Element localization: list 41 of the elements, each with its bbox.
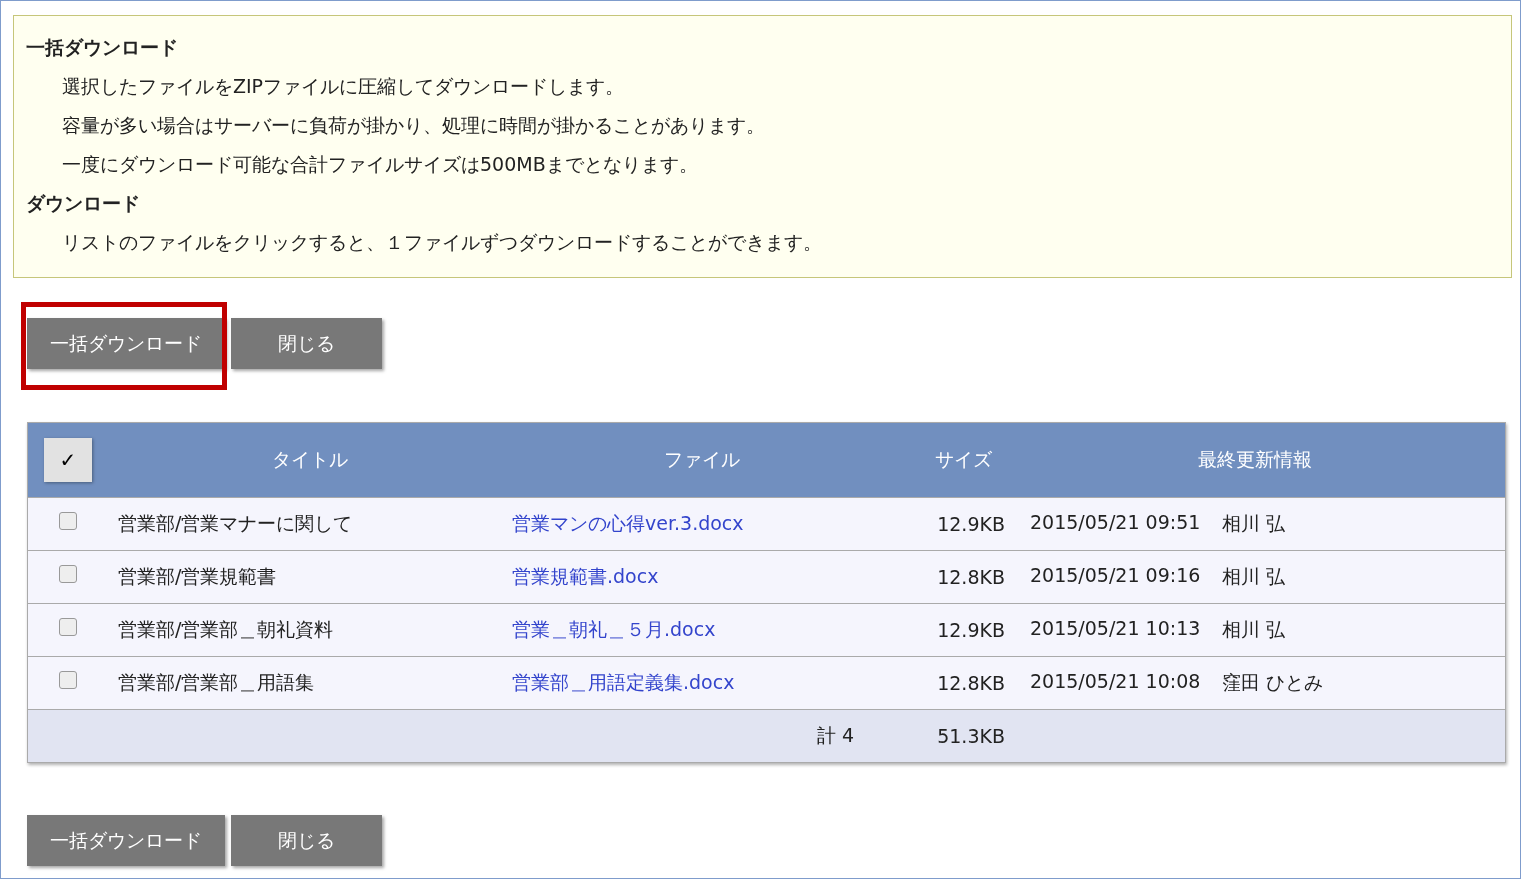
file-link[interactable]: 営業＿朝礼＿５月.docx [512, 618, 716, 640]
column-header: タイトル [272, 448, 348, 470]
file-link[interactable]: 営業規範書.docx [512, 565, 659, 587]
info-text: 一度にダウンロード可能な合計ファイルサイズは500MBまでとなります。 [61, 152, 699, 177]
title-cell: 営業部/営業部＿用語集 [118, 671, 315, 693]
size-cell: 12.9KB [937, 619, 1005, 641]
select-all-button[interactable]: ✓ [44, 438, 92, 482]
row-checkbox[interactable] [59, 512, 77, 530]
file-link[interactable]: 営業マンの心得ver.3.docx [512, 512, 744, 534]
row-checkbox[interactable] [59, 618, 77, 636]
section-heading: 一括ダウンロード [26, 35, 179, 60]
close-button[interactable]: 閉じる [231, 815, 382, 866]
size-cell: 12.8KB [937, 672, 1005, 694]
updated-user: 相川 弘 [1222, 564, 1286, 589]
close-button[interactable]: 閉じる [231, 318, 382, 369]
bulk-download-button[interactable]: 一括ダウンロード [27, 318, 225, 369]
total-size: 51.3KB [937, 725, 1005, 747]
info-text: 選択したファイルをZIPファイルに圧縮してダウンロードします。 [61, 74, 626, 99]
section-heading: ダウンロード [26, 191, 141, 216]
updated-user: 相川 弘 [1222, 511, 1286, 536]
column-header: 最終更新情報 [1198, 447, 1312, 472]
column-header: ファイル [664, 448, 740, 470]
row-checkbox[interactable] [59, 671, 77, 689]
updated-date: 2015/05/21 10:08 [1030, 670, 1201, 694]
bulk-download-button[interactable]: 一括ダウンロード [27, 815, 225, 866]
row-checkbox[interactable] [59, 565, 77, 583]
updated-user: 相川 弘 [1222, 617, 1286, 642]
updated-date: 2015/05/21 09:51 [1030, 511, 1201, 535]
info-text: リストのファイルをクリックすると、１ファイルずつダウンロードすることができます。 [61, 230, 823, 255]
info-text: 容量が多い場合はサーバーに負荷が掛かり、処理に時間が掛かることがあります。 [61, 113, 766, 138]
size-cell: 12.9KB [937, 513, 1005, 535]
updated-date: 2015/05/21 10:13 [1030, 617, 1201, 641]
size-cell: 12.8KB [937, 566, 1005, 588]
updated-date: 2015/05/21 09:16 [1030, 564, 1201, 588]
updated-user: 窪田 ひとみ [1222, 670, 1324, 695]
file-link[interactable]: 営業部＿用語定義集.docx [512, 671, 735, 693]
total-count: 計 4 [816, 724, 854, 746]
title-cell: 営業部/営業マナーに関して [118, 512, 353, 534]
title-cell: 営業部/営業規範書 [118, 565, 277, 587]
column-header: サイズ [935, 448, 992, 470]
title-cell: 営業部/営業部＿朝礼資料 [118, 618, 334, 640]
